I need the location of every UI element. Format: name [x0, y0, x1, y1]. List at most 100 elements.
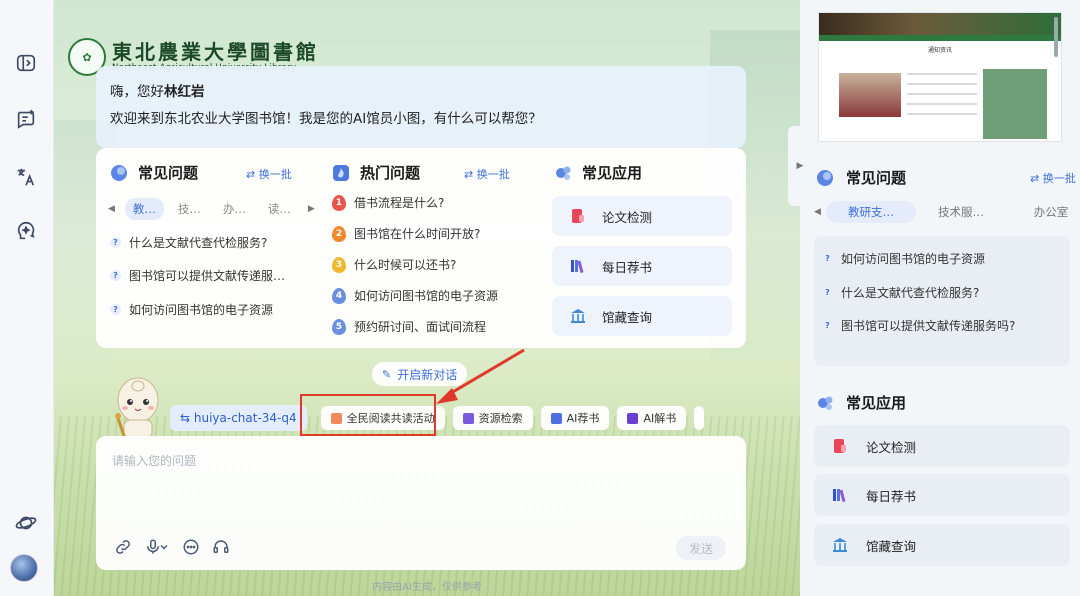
tab-category-4[interactable]: 读…: [260, 198, 299, 220]
headset-icon[interactable]: [212, 538, 230, 556]
document-icon: [834, 439, 846, 453]
tab-teaching-research[interactable]: 教研支…: [826, 201, 916, 223]
thumbnail-header: [819, 13, 1061, 35]
tab-category-2[interactable]: 技…: [170, 198, 209, 220]
rank-3-icon: 3: [332, 256, 346, 273]
search-resource-icon: [462, 412, 474, 424]
document-icon: [572, 209, 584, 223]
highlight-box: [300, 394, 436, 436]
hot-icon: [333, 164, 349, 181]
hot-question[interactable]: 1 借书流程是什么?: [332, 194, 444, 211]
hot-title: 热门问题: [332, 162, 420, 183]
chat-input-box: 发送: [96, 436, 746, 570]
chat-input[interactable]: [112, 452, 712, 512]
faq-question[interactable]: ? 如何访问图书馆的电子资源: [110, 301, 273, 318]
hot-question[interactable]: 2 图书馆在什么时间开放?: [332, 225, 480, 242]
new-chat-icon[interactable]: [11, 104, 41, 134]
question-icon: ?: [822, 320, 833, 331]
tab-category-3[interactable]: 办…: [215, 198, 254, 220]
website-thumbnail[interactable]: 通知资讯: [818, 12, 1062, 142]
tab-office[interactable]: 办公室: [1006, 201, 1080, 223]
thumbnail-nav: [819, 35, 1061, 41]
rank-1-icon: 1: [332, 194, 346, 211]
question-icon: ?: [822, 287, 833, 298]
main-chat-area: ✿ 東北農業大學圖書館 Northeast Agricultural Unive…: [54, 0, 800, 596]
next-arrow-icon[interactable]: ▶: [308, 204, 315, 214]
send-button[interactable]: 发送: [676, 536, 726, 560]
right-faq-title: 常见问题: [816, 167, 906, 188]
right-app-daily-book[interactable]: 每日荐书: [814, 474, 1070, 516]
translate-icon[interactable]: [11, 162, 41, 192]
hot-question[interactable]: 3 什么时候可以还书?: [332, 256, 456, 273]
tool-row: ⇆ huiya-chat-34-q4 全民阅读共读活动 资源检索 AI荐书 AI…: [170, 405, 712, 431]
greeting: 嗨，您好: [110, 84, 164, 100]
tool-ai-recommend-button[interactable]: AI荐书: [540, 406, 610, 430]
avatar[interactable]: [10, 554, 38, 582]
tool-more-button[interactable]: [694, 406, 705, 430]
thumbnail-sidebar: [983, 69, 1047, 139]
app-paper-check-button[interactable]: 论文检测: [552, 196, 732, 236]
edit-icon: ✎: [382, 367, 392, 381]
museum-icon: [571, 309, 585, 323]
rank-2-icon: 2: [332, 225, 346, 242]
question-icon: ?: [110, 237, 121, 248]
hot-refresh-button[interactable]: ⇄ 换一批: [464, 166, 510, 182]
mascot-icon: [115, 377, 159, 439]
rank-5-icon: 5: [332, 318, 346, 335]
tab-tech-service[interactable]: 技术服…: [916, 201, 1006, 223]
thumbnail-lines: [907, 73, 977, 123]
question-icon: ?: [110, 304, 121, 315]
museum-icon: [833, 538, 847, 552]
model-selector[interactable]: ⇆ huiya-chat-34-q4: [170, 405, 307, 431]
question-icon: ?: [110, 270, 121, 281]
question-icon: ?: [822, 253, 833, 264]
faq-icon: [817, 169, 833, 186]
suggestions-panel: 常见问题 ⇄ 换一批 ◀ 教… 技… 办… 读… ▶ ? 什么是文献代查代检服务?…: [96, 148, 746, 348]
planet-icon[interactable]: [11, 508, 41, 538]
right-app-paper-check[interactable]: 论文检测: [814, 425, 1070, 467]
new-chat-button[interactable]: ✎ 开启新对话: [372, 362, 468, 386]
prev-arrow-icon[interactable]: ◀: [108, 204, 115, 214]
right-refresh-button[interactable]: ⇄ 换一批: [1030, 170, 1076, 186]
apps-title: 常见应用: [554, 162, 642, 183]
faq-category-tabs: ◀ 教… 技… 办… 读… ▶: [108, 198, 315, 220]
tool-ai-explain-button[interactable]: AI解书: [617, 406, 687, 430]
apps-gear-icon: [556, 166, 571, 180]
tab-category-1[interactable]: 教…: [124, 198, 164, 220]
list-item[interactable]: ? 图书馆可以提供文献传递服务吗?: [822, 317, 1015, 334]
faq-question[interactable]: ? 什么是文献代查代检服务?: [110, 234, 267, 251]
hot-question[interactable]: 4 如何访问图书馆的电子资源: [332, 287, 498, 304]
chevron-down-icon[interactable]: [158, 538, 170, 556]
ai-brain-icon[interactable]: [11, 216, 41, 246]
library-name-cn: 東北農業大學圖書館: [112, 40, 319, 64]
tool-resource-search-button[interactable]: 资源检索: [452, 406, 533, 430]
hot-question[interactable]: 5 预约研讨间、面试间流程: [332, 318, 486, 335]
ai-recommend-icon: [550, 412, 562, 424]
right-category-tabs: ◀ 教研支… 技术服… 办公室 ▶: [814, 201, 1080, 223]
chat-bubble-icon[interactable]: [182, 538, 200, 556]
faq-icon: [111, 164, 127, 181]
thumbnail-photo: [839, 73, 901, 117]
list-item[interactable]: ? 什么是文献代查代检服务?: [822, 284, 979, 301]
ai-explain-icon: [627, 412, 639, 424]
collapse-panel-button[interactable]: ▶: [788, 126, 812, 206]
welcome-card: 嗨，您好林红岩 欢迎来到东北农业大学图书馆！我是您的AI馆员小图，有什么可以帮您…: [96, 66, 746, 148]
list-item[interactable]: ? 如何访问图书馆的电子资源: [822, 250, 985, 267]
welcome-message: 欢迎来到东北农业大学图书馆！我是您的AI馆员小图，有什么可以帮您？: [110, 111, 542, 127]
left-rail: [0, 0, 54, 596]
prev-arrow-icon[interactable]: ◀: [814, 207, 826, 217]
faq-title: 常见问题: [110, 162, 198, 183]
thumbnail-scrollbar[interactable]: [1054, 17, 1058, 57]
user-name: 林红岩: [164, 84, 205, 100]
apps-gear-icon: [818, 396, 833, 410]
thumbnail-title: 通知资讯: [927, 47, 952, 54]
books-icon: [571, 260, 584, 274]
toggle-sidebar-icon[interactable]: [11, 48, 41, 78]
app-catalog-search-button[interactable]: 馆藏查询: [552, 296, 732, 336]
faq-question[interactable]: ? 图书馆可以提供文献传递服…: [110, 267, 285, 284]
books-icon: [833, 489, 846, 503]
app-daily-book-button[interactable]: 每日荐书: [552, 246, 732, 286]
link-icon[interactable]: [114, 538, 132, 556]
faq-refresh-button[interactable]: ⇄ 换一批: [246, 166, 292, 182]
right-app-catalog-search[interactable]: 馆藏查询: [814, 524, 1070, 566]
